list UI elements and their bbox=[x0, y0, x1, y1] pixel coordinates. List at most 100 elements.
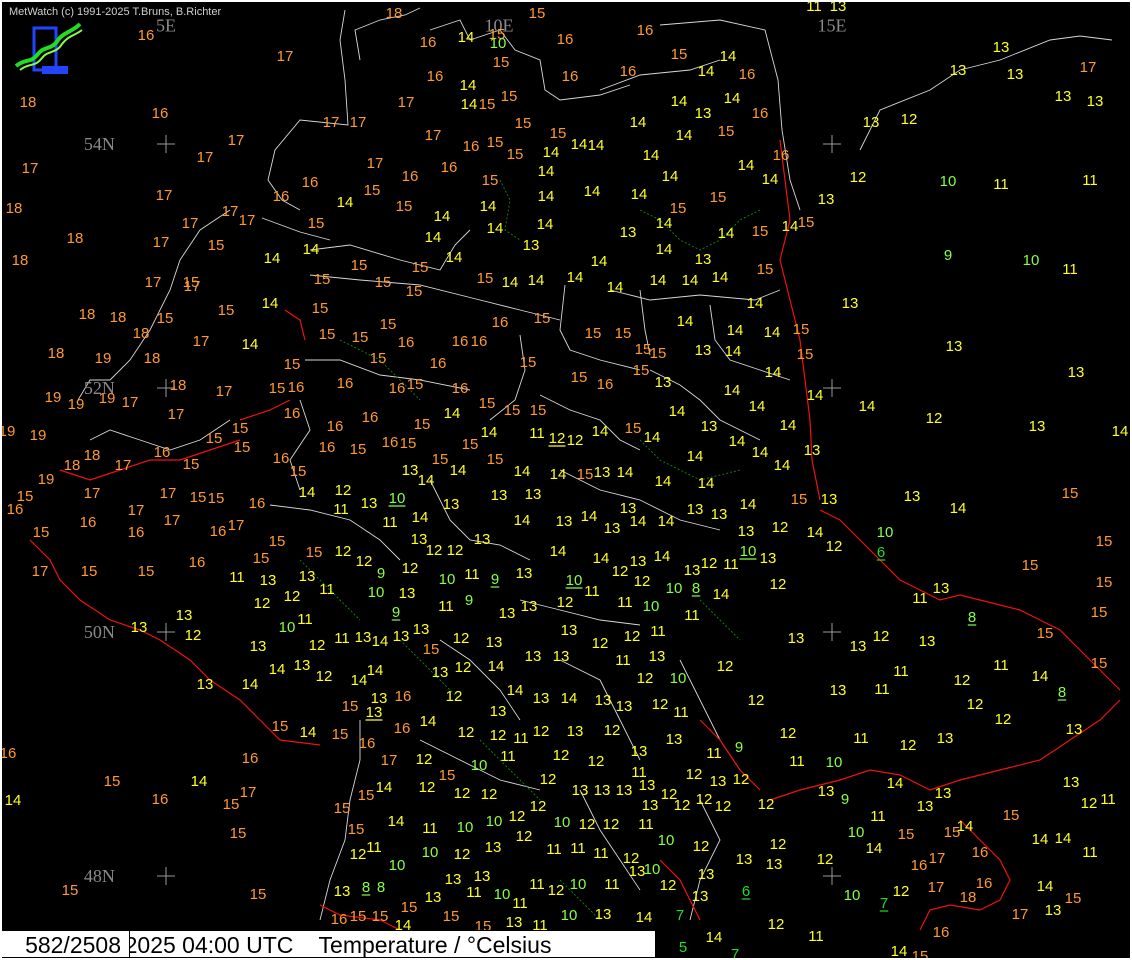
station-temperature: 13 bbox=[766, 856, 783, 873]
station-temperature: 12 bbox=[540, 771, 557, 788]
station-temperature: 14 bbox=[242, 676, 259, 693]
station-count: 582/2508 bbox=[0, 930, 130, 958]
station-temperature: 14 bbox=[724, 90, 741, 107]
station-temperature: 15 bbox=[138, 563, 155, 580]
station-temperature: 15 bbox=[493, 54, 510, 71]
station-temperature: 13 bbox=[393, 628, 410, 645]
station-temperature: 17 bbox=[398, 94, 415, 111]
station-temperature: 17 bbox=[929, 850, 946, 867]
station-temperature: 16 bbox=[911, 857, 928, 874]
station-temperature: 18 bbox=[6, 200, 23, 217]
station-temperature: 10 bbox=[389, 857, 406, 874]
station-temperature: 17 bbox=[228, 132, 245, 149]
station-temperature: 16 bbox=[284, 405, 301, 422]
station-temperature: 10 bbox=[494, 886, 511, 903]
station-temperature: 12 bbox=[533, 723, 550, 740]
station-temperature: 16 bbox=[273, 450, 290, 467]
station-temperature: 16 bbox=[362, 409, 379, 426]
station-temperature: 13 bbox=[334, 883, 351, 900]
station-temperature: 15 bbox=[529, 5, 546, 22]
station-temperature: 13 bbox=[616, 782, 633, 799]
station-temperature: 19 bbox=[68, 396, 85, 413]
station-temperature: 14 bbox=[752, 444, 769, 461]
station-temperature: 13 bbox=[594, 464, 611, 481]
station-temperature: 14 bbox=[584, 183, 601, 200]
station-temperature: 16 bbox=[154, 444, 171, 461]
station-temperature: 14 bbox=[434, 208, 451, 225]
station-temperature: 12 bbox=[446, 688, 463, 705]
station-temperature: 13 bbox=[818, 783, 835, 800]
station-temperature: 15 bbox=[33, 524, 50, 541]
grid-label: 5E bbox=[156, 16, 176, 36]
station-temperature: 12 bbox=[770, 836, 787, 853]
station-temperature: 10 bbox=[844, 887, 861, 904]
station-temperature: 15 bbox=[308, 215, 325, 232]
station-temperature: 14 bbox=[514, 463, 531, 480]
station-temperature: 11 bbox=[912, 590, 928, 607]
station-temperature: 16 bbox=[395, 688, 412, 705]
station-temperature: 12 bbox=[549, 430, 566, 447]
station-temperature: 15 bbox=[370, 350, 387, 367]
station-temperature: 16 bbox=[471, 333, 488, 350]
station-temperature: 12 bbox=[335, 543, 352, 560]
station-temperature: 6 bbox=[742, 883, 750, 900]
station-temperature: 12 bbox=[567, 432, 584, 449]
station-temperature: 13 bbox=[521, 598, 538, 615]
station-temperature: 19 bbox=[30, 427, 47, 444]
station-temperature: 13 bbox=[639, 777, 656, 794]
map-layer: 5E 10E 15E54N52N50N48N 18 1516 14 1510 161611 1… bbox=[0, 0, 1128, 960]
station-temperature: 14 bbox=[372, 633, 389, 650]
station-temperature: 13 bbox=[655, 374, 672, 391]
station-temperature: 16 bbox=[557, 31, 574, 48]
station-temperature: 14 bbox=[262, 295, 279, 312]
station-temperature: 12 bbox=[419, 779, 436, 796]
station-temperature: 11 bbox=[366, 839, 382, 856]
station-temperature: 9 bbox=[377, 565, 385, 582]
station-temperature: 12 bbox=[548, 882, 565, 899]
station-temperature: 15 bbox=[479, 96, 496, 113]
station-temperature: 15 bbox=[253, 550, 270, 567]
station-temperature: 15 bbox=[501, 88, 518, 105]
station-temperature: 16 bbox=[0, 745, 16, 762]
station-temperature: 16 bbox=[933, 924, 950, 941]
grid-cross bbox=[157, 623, 175, 641]
station-temperature: 15 bbox=[585, 325, 602, 342]
station-temperature: 16 bbox=[302, 174, 319, 191]
station-temperature: 12 bbox=[873, 628, 890, 645]
station-temperature: 11 bbox=[529, 425, 545, 442]
station-temperature: 16 bbox=[463, 138, 480, 155]
station-temperature: 15 bbox=[1091, 655, 1108, 672]
station-temperature: 15 bbox=[482, 172, 499, 189]
station-temperature: 15 bbox=[432, 451, 449, 468]
station-temperature: 10 bbox=[486, 813, 503, 830]
station-temperature: 10 bbox=[940, 173, 957, 190]
station-temperature: 15 bbox=[443, 908, 460, 925]
station-temperature: 12 bbox=[696, 791, 713, 808]
station-temperature: 11 bbox=[500, 748, 516, 765]
station-temperature: 14 bbox=[762, 171, 779, 188]
station-temperature: 12 bbox=[780, 725, 797, 742]
station-temperature: 15 bbox=[306, 544, 323, 561]
station-temperature: 17 bbox=[193, 333, 210, 350]
station-temperature: 14 bbox=[671, 93, 688, 110]
station-temperature: 12 bbox=[926, 410, 943, 427]
credit-text: MetWatch (c) 1991-2025 T.Bruns, B.Richte… bbox=[9, 6, 222, 18]
grid-label: 50N bbox=[84, 622, 115, 642]
station-temperature: 18 bbox=[64, 457, 81, 474]
station-temperature: 17 bbox=[164, 512, 181, 529]
station-temperature: 17 bbox=[1080, 59, 1097, 76]
station-temperature: 12 bbox=[826, 538, 843, 555]
station-temperature: 12 bbox=[660, 877, 677, 894]
station-temperature: 14 bbox=[588, 137, 605, 154]
station-temperature: 14 bbox=[458, 29, 475, 46]
grid-label: 48N bbox=[84, 866, 115, 886]
station-temperature: 16 bbox=[420, 34, 437, 51]
station-temperature: 14 bbox=[550, 466, 567, 483]
station-temperature: 11 bbox=[870, 808, 886, 825]
station-temperature: 11 bbox=[604, 876, 620, 893]
station-temperature: 12 bbox=[748, 692, 765, 709]
station-temperature: 16 bbox=[249, 495, 266, 512]
station-temperature: 13 bbox=[299, 568, 316, 585]
station-temperature: 10 bbox=[566, 572, 583, 589]
station-temperature: 15 bbox=[407, 376, 424, 393]
